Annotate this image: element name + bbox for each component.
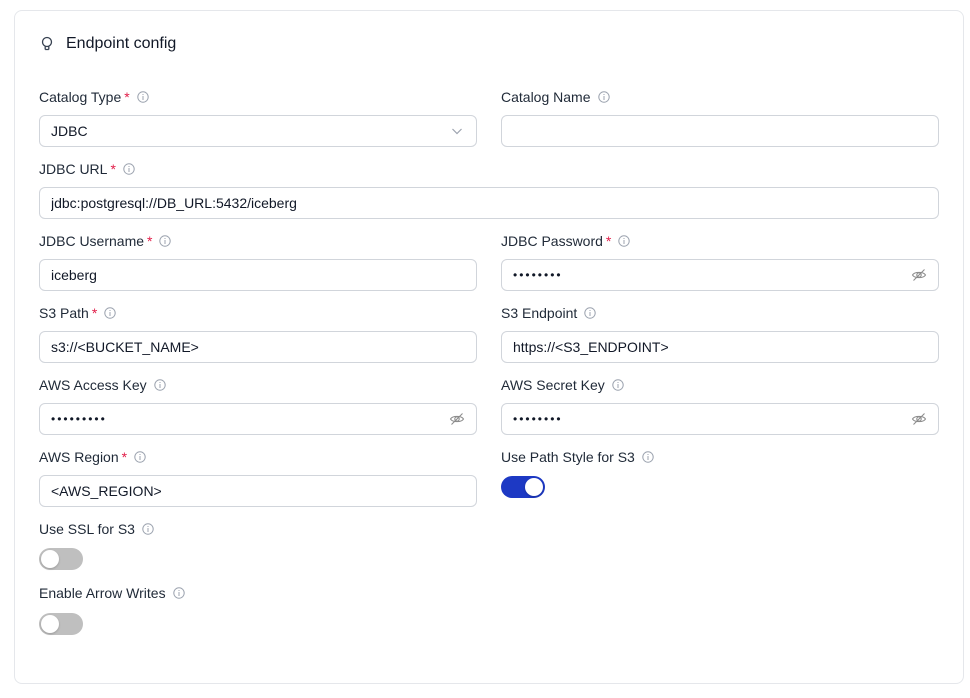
s3-path-label: S3 Path <box>39 305 89 321</box>
s3-path-value: s3://<BUCKET_NAME> <box>51 339 199 355</box>
path-style-label: Use Path Style for S3 <box>501 449 635 465</box>
use-ssl-toggle[interactable] <box>39 548 83 570</box>
catalog-type-label: Catalog Type <box>39 89 122 105</box>
use-ssl-label: Use SSL for S3 <box>39 521 135 537</box>
aws-secret-key-label-row: AWS Secret Key <box>501 377 625 393</box>
jdbc-url-label-row: JDBC URL * <box>39 161 136 177</box>
jdbc-username-value: iceberg <box>51 267 97 283</box>
toggle-knob <box>41 615 59 633</box>
info-icon[interactable] <box>122 162 136 176</box>
jdbc-password-label-row: JDBC Password * <box>501 233 631 249</box>
aws-access-key-label-row: AWS Access Key <box>39 377 167 393</box>
chevron-down-icon <box>449 123 465 139</box>
catalog-type-label-row: Catalog Type * <box>39 89 150 105</box>
aws-secret-key-input[interactable]: •••••••• <box>501 403 939 435</box>
eye-slash-icon[interactable] <box>449 411 465 427</box>
catalog-name-label: Catalog Name <box>501 89 591 105</box>
info-icon[interactable] <box>136 90 150 104</box>
jdbc-password-label: JDBC Password <box>501 233 603 249</box>
arrow-writes-label-row: Enable Arrow Writes <box>39 585 186 601</box>
catalog-name-input[interactable] <box>501 115 939 147</box>
info-icon[interactable] <box>158 234 172 248</box>
s3-endpoint-label-row: S3 Endpoint <box>501 305 597 321</box>
arrow-writes-label: Enable Arrow Writes <box>39 585 166 601</box>
info-icon[interactable] <box>103 306 117 320</box>
s3-endpoint-value: https://<S3_ENDPOINT> <box>513 339 669 355</box>
jdbc-url-value: jdbc:postgresql://DB_URL:5432/iceberg <box>51 195 297 211</box>
info-icon[interactable] <box>172 586 186 600</box>
eye-slash-icon[interactable] <box>911 267 927 283</box>
toggle-knob <box>41 550 59 568</box>
jdbc-url-label: JDBC URL <box>39 161 108 177</box>
required-marker: * <box>91 305 98 321</box>
required-marker: * <box>147 233 153 249</box>
aws-access-key-value: ••••••••• <box>51 412 107 426</box>
use-ssl-label-row: Use SSL for S3 <box>39 521 155 537</box>
aws-region-input[interactable]: <AWS_REGION> <box>39 475 477 507</box>
s3-endpoint-input[interactable]: https://<S3_ENDPOINT> <box>501 331 939 363</box>
catalog-type-value: JDBC <box>51 123 88 139</box>
s3-path-input[interactable]: s3://<BUCKET_NAME> <box>39 331 477 363</box>
card-header: Endpoint config <box>38 35 176 53</box>
arrow-writes-toggle[interactable] <box>39 613 83 635</box>
info-icon[interactable] <box>141 522 155 536</box>
jdbc-username-label: JDBC Username <box>39 233 145 249</box>
aws-secret-key-label: AWS Secret Key <box>501 377 605 393</box>
jdbc-password-value: •••••••• <box>513 268 563 282</box>
info-icon[interactable] <box>597 90 611 104</box>
catalog-name-label-row: Catalog Name <box>501 89 611 105</box>
path-style-label-row: Use Path Style for S3 <box>501 449 655 465</box>
jdbc-username-input[interactable]: iceberg <box>39 259 477 291</box>
jdbc-username-label-row: JDBC Username * <box>39 233 172 249</box>
required-marker: * <box>121 449 128 465</box>
s3-path-label-row: S3 Path * <box>39 305 117 321</box>
info-icon[interactable] <box>641 450 655 464</box>
info-icon[interactable] <box>617 234 631 248</box>
aws-access-key-input[interactable]: ••••••••• <box>39 403 477 435</box>
jdbc-password-input[interactable]: •••••••• <box>501 259 939 291</box>
aws-region-value: <AWS_REGION> <box>51 483 162 499</box>
aws-access-key-label: AWS Access Key <box>39 377 147 393</box>
info-icon[interactable] <box>153 378 167 392</box>
card-title: Endpoint config <box>66 35 177 52</box>
eye-slash-icon[interactable] <box>911 411 927 427</box>
jdbc-url-input[interactable]: jdbc:postgresql://DB_URL:5432/iceberg <box>39 187 939 219</box>
info-icon[interactable] <box>583 306 597 320</box>
path-style-toggle[interactable] <box>501 476 545 498</box>
required-marker: * <box>110 161 116 177</box>
aws-region-label: AWS Region <box>39 449 119 465</box>
toggle-knob <box>525 478 543 496</box>
info-icon[interactable] <box>133 450 147 464</box>
required-marker: * <box>605 233 612 249</box>
aws-secret-key-value: •••••••• <box>513 412 563 426</box>
aws-region-label-row: AWS Region * <box>39 449 147 465</box>
required-marker: * <box>124 89 130 105</box>
catalog-type-select[interactable]: JDBC <box>39 115 477 147</box>
s3-endpoint-label: S3 Endpoint <box>501 305 578 321</box>
lightbulb-icon <box>38 35 56 53</box>
info-icon[interactable] <box>611 378 625 392</box>
